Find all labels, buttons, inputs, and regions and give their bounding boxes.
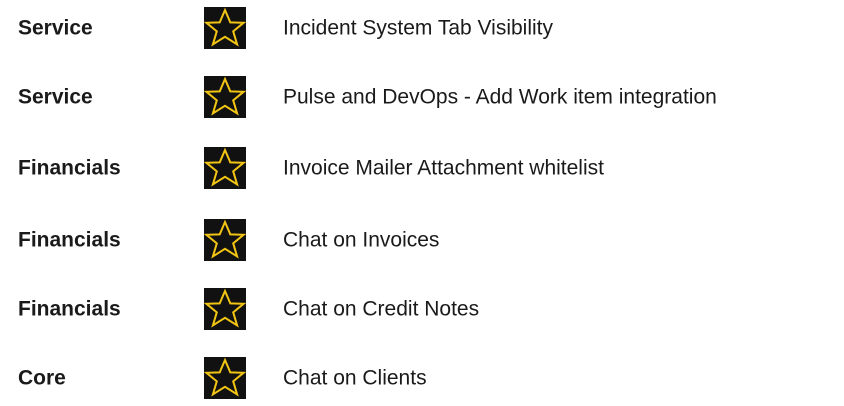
feature-list: Service Incident System Tab Visibility S…	[0, 0, 844, 406]
list-item: Core Chat on Clients	[0, 356, 844, 400]
item-title: Incident System Tab Visibility	[283, 16, 554, 40]
category-label: Financials	[18, 228, 121, 252]
list-item: Financials Invoice Mailer Attachment whi…	[0, 146, 844, 190]
star-icon	[204, 76, 246, 118]
item-title: Pulse and DevOps - Add Work item integra…	[283, 85, 717, 109]
category-label: Core	[18, 366, 66, 390]
category-label: Financials	[18, 297, 121, 321]
category-label: Service	[18, 16, 93, 40]
list-item: Financials Chat on Invoices	[0, 218, 844, 262]
star-icon	[204, 219, 246, 261]
category-label: Financials	[18, 156, 121, 180]
star-icon	[204, 7, 246, 49]
star-icon	[204, 288, 246, 330]
list-item: Service Incident System Tab Visibility	[0, 6, 844, 50]
category-label: Service	[18, 85, 93, 109]
item-title: Invoice Mailer Attachment whitelist	[283, 156, 604, 180]
list-item: Financials Chat on Credit Notes	[0, 287, 844, 331]
item-title: Chat on Invoices	[283, 228, 440, 252]
star-icon	[204, 357, 246, 399]
list-item: Service Pulse and DevOps - Add Work item…	[0, 75, 844, 119]
item-title: Chat on Credit Notes	[283, 297, 480, 321]
item-title: Chat on Clients	[283, 366, 427, 390]
star-icon	[204, 147, 246, 189]
